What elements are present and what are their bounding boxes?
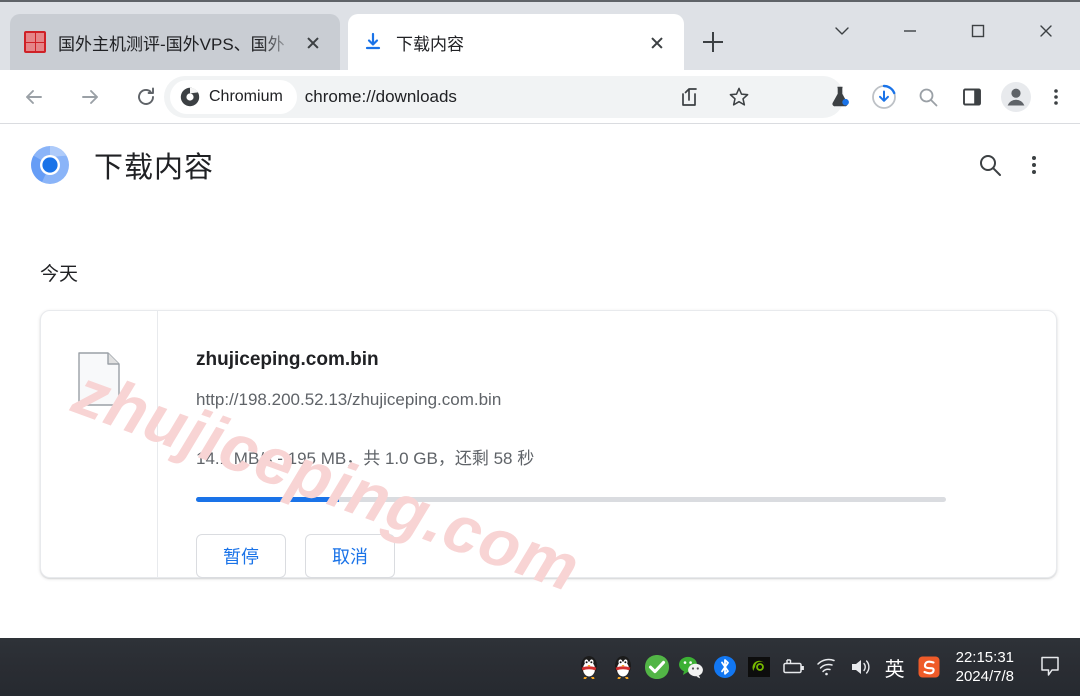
download-file-url: http://198.200.52.13/zhujiceping.com.bin (196, 390, 502, 409)
profile-avatar-icon[interactable] (994, 75, 1038, 119)
download-action-buttons: 暂停 取消 (196, 534, 1026, 578)
notification-icon[interactable] (1030, 638, 1070, 696)
tab-title: 国外主机测评-国外VPS、国外 (58, 34, 285, 54)
chromium-logo (31, 146, 69, 184)
download-status-text: 14.1 MB/s - 195 MB，共 1.0 GB，还剩 58 秒 (196, 449, 535, 468)
new-tab-button[interactable] (697, 26, 729, 58)
downloads-page: 下载内容 今天 zhujiceping.com.bin http://198.2… (0, 125, 1080, 638)
taskbar-clock[interactable]: 22:15:31 2024/7/8 (956, 648, 1014, 686)
ime-label: 英 (884, 658, 905, 681)
tab-background-site[interactable]: 国外主机测评-国外VPS、国外 (10, 14, 340, 70)
tab-strip: 国外主机测评-国外VPS、国外 下载内容 (0, 0, 1080, 70)
tab-title: 下载内容 (396, 34, 464, 54)
search-icon[interactable] (906, 75, 950, 119)
maximize-button[interactable] (944, 2, 1012, 60)
tab-downloads[interactable]: 下载内容 (348, 14, 684, 70)
download-item-card: zhujiceping.com.bin http://198.200.52.13… (40, 310, 1057, 578)
system-tray: 英 22:15:31 2024/7/8 (572, 638, 1070, 696)
downloads-page-header: 下载内容 (0, 125, 1080, 205)
cancel-button[interactable]: 取消 (305, 534, 395, 578)
tab-close-button[interactable] (644, 29, 670, 55)
nvidia-icon[interactable] (742, 638, 776, 696)
url-text: chrome://downloads (304, 87, 457, 106)
ime-indicator[interactable]: 英 (878, 638, 912, 696)
qq-penguin-icon[interactable] (606, 638, 640, 696)
file-icon-column (41, 311, 158, 577)
download-file-name[interactable]: zhujiceping.com.bin (196, 349, 1026, 371)
download-icon (362, 31, 384, 53)
wifi-icon[interactable] (810, 638, 844, 696)
minimize-button[interactable] (876, 2, 944, 60)
download-details: zhujiceping.com.bin http://198.200.52.13… (158, 311, 1056, 578)
share-icon[interactable] (666, 77, 712, 117)
close-button[interactable] (1012, 2, 1080, 60)
browser-window: 国外主机测评-国外VPS、国外 下载内容 Chromium chrome://d… (0, 0, 1080, 696)
day-group-label: 今天 (40, 264, 79, 285)
tab-search-button[interactable] (808, 2, 876, 60)
sogou-icon[interactable] (912, 638, 946, 696)
toolbar-actions (818, 74, 1074, 120)
wechat-icon[interactable] (674, 638, 708, 696)
clock-date: 2024/7/8 (955, 668, 1014, 685)
side-panel-icon[interactable] (950, 75, 994, 119)
downloads-menu-icon[interactable] (1012, 143, 1056, 187)
clock-time: 22:15:31 (955, 649, 1014, 666)
system-taskbar: 英 22:15:31 2024/7/8 (0, 638, 1080, 696)
qq-penguin-icon[interactable] (572, 638, 606, 696)
chromium-chip-label: Chromium (209, 88, 283, 105)
forward-arrow-icon[interactable] (70, 77, 110, 117)
download-progress-fill (196, 497, 339, 502)
share-bookmark-group (664, 76, 764, 118)
volume-icon[interactable] (844, 638, 878, 696)
reload-icon[interactable] (126, 77, 166, 117)
bluetooth-icon[interactable] (708, 638, 742, 696)
three-dot-menu-icon[interactable] (1038, 75, 1074, 119)
chromium-logo-icon (180, 87, 200, 107)
back-arrow-icon[interactable] (14, 77, 54, 117)
battery-icon[interactable] (776, 638, 810, 696)
star-icon[interactable] (716, 77, 762, 117)
download-progress-bar (196, 497, 946, 502)
chromium-chip[interactable]: Chromium (170, 80, 297, 114)
downloads-search-icon[interactable] (968, 143, 1012, 187)
window-controls (808, 2, 1080, 60)
site-seal-icon (24, 31, 46, 53)
pause-button[interactable]: 暂停 (196, 534, 286, 578)
tab-close-button[interactable] (300, 29, 326, 55)
download-progress-icon[interactable] (862, 75, 906, 119)
generic-file-icon (78, 352, 120, 406)
flask-icon[interactable] (818, 75, 862, 119)
page-title: 下载内容 (94, 152, 215, 184)
security-check-icon[interactable] (640, 638, 674, 696)
